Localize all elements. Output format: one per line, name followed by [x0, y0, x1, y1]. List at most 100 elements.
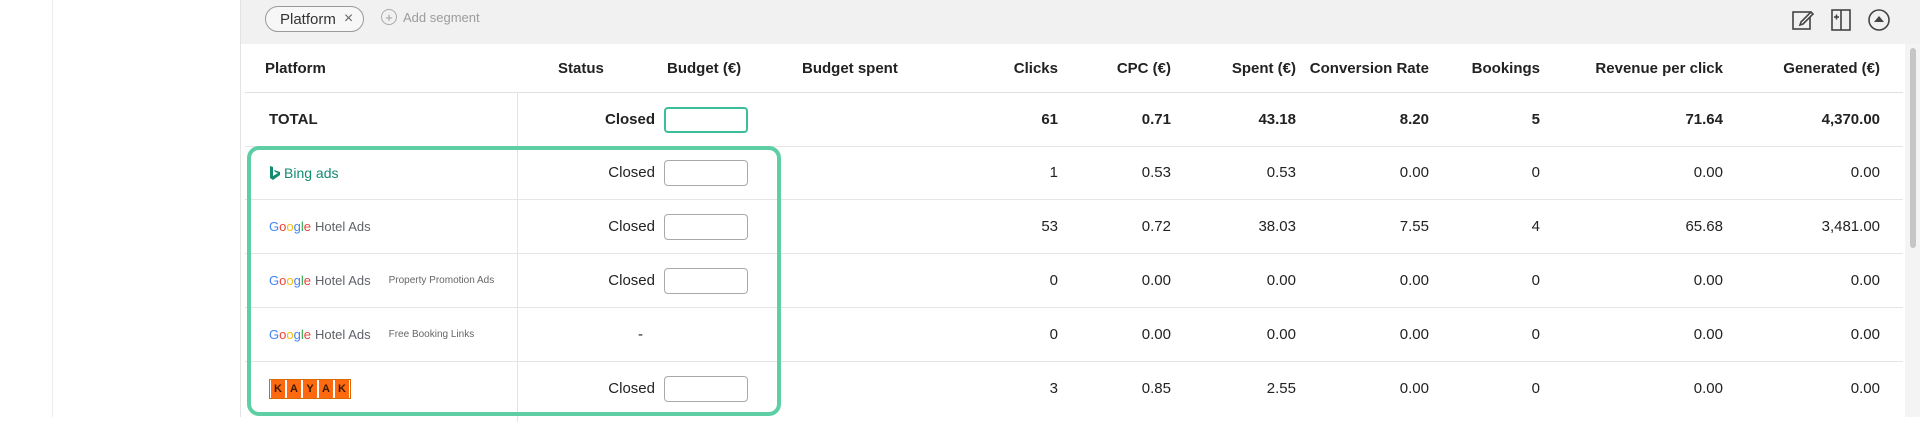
- rpc-cell: 0.00: [1693, 380, 1723, 397]
- vertical-scrollbar[interactable]: [1905, 44, 1920, 417]
- table-header: Platform Status Budget (€) Budget spent …: [245, 44, 1903, 93]
- status-cell: Closed: [608, 380, 655, 397]
- clicks-cell: 0: [1049, 326, 1058, 343]
- generated-cell: 3,481.00: [1821, 218, 1880, 235]
- conversion-cell: 7.55: [1399, 218, 1429, 235]
- rpc-cell: 0.00: [1693, 326, 1723, 343]
- clicks-cell: 3: [1049, 380, 1058, 397]
- cpc-cell: 0.00: [1141, 272, 1171, 289]
- platform-cell: Bing ads: [269, 146, 338, 199]
- budget-input[interactable]: [664, 106, 748, 133]
- left-rail: [0, 0, 53, 417]
- col-revenue-per-click[interactable]: Revenue per click: [1545, 44, 1723, 92]
- rpc-cell: 65.68: [1685, 218, 1723, 235]
- bing-ads-logo: Bing ads: [269, 165, 338, 181]
- budget-cell: [664, 146, 748, 199]
- platform-subtype: Property Promotion Ads: [388, 275, 495, 286]
- kayak-logo: KAYAK: [269, 378, 351, 399]
- google-hotel-ads-logo: Google Hotel Ads Property Promotion Ads: [269, 273, 495, 288]
- platform-cell: Google Hotel Ads: [269, 200, 371, 253]
- collapse-up-icon[interactable]: [1867, 8, 1891, 32]
- bookings-cell: 0: [1531, 272, 1540, 289]
- col-status[interactable]: Status: [558, 44, 604, 92]
- cpc-cell: 0.00: [1141, 326, 1171, 343]
- spent-cell: 43.18: [1258, 111, 1296, 128]
- google-hotel-ads-logo: Google Hotel Ads Free Booking Links: [269, 327, 475, 342]
- google-hotel-ads-logo: Google Hotel Ads: [269, 219, 371, 234]
- rpc-cell: 0.00: [1693, 272, 1723, 289]
- table-row: KAYAK Closed 3 0.85 2.55 0.00 0 0.00 0.0…: [245, 362, 1903, 415]
- cpc-cell: 0.53: [1141, 164, 1171, 181]
- bookings-cell: 0: [1531, 380, 1540, 397]
- plus-circle-icon: +: [381, 9, 397, 25]
- add-segment-button[interactable]: + Add segment: [381, 9, 480, 25]
- col-bookings[interactable]: Bookings: [1429, 44, 1540, 92]
- conversion-cell: 0.00: [1399, 164, 1429, 181]
- table-row: Google Hotel Ads Free Booking Links - 0 …: [245, 308, 1903, 362]
- col-clicks[interactable]: Clicks: [835, 44, 1058, 92]
- conversion-cell: 0.00: [1399, 272, 1429, 289]
- cpc-cell: 0.85: [1141, 380, 1171, 397]
- generated-cell: 0.00: [1850, 380, 1880, 397]
- clicks-cell: 0: [1049, 272, 1058, 289]
- segment-chip-platform[interactable]: Platform ×: [265, 6, 365, 32]
- generated-cell: 4,370.00: [1821, 111, 1880, 128]
- budget-input[interactable]: [664, 159, 748, 186]
- table-row-total: TOTAL Closed 61 0.71 43.18 8.20 5 71.64 …: [245, 93, 1903, 147]
- table-row: Google Hotel Ads Property Promotion Ads …: [245, 254, 1903, 308]
- platform-cell: KAYAK: [269, 362, 351, 415]
- budget-cell: [664, 362, 748, 415]
- bookings-cell: 0: [1531, 326, 1540, 343]
- bookings-cell: 0: [1531, 164, 1540, 181]
- spent-cell: 0.00: [1266, 326, 1296, 343]
- segment-toolbar: Platform × + Add segment: [241, 0, 1920, 44]
- status-cell: Closed: [608, 218, 655, 235]
- col-budget[interactable]: Budget (€): [667, 44, 741, 92]
- toolbar-actions: [1791, 8, 1891, 32]
- budget-input[interactable]: [664, 213, 748, 240]
- col-spent[interactable]: Spent (€): [1165, 44, 1296, 92]
- generated-cell: 0.00: [1850, 164, 1880, 181]
- generated-cell: 0.00: [1850, 272, 1880, 289]
- cpc-cell: 0.71: [1141, 111, 1171, 128]
- status-cell: Closed: [608, 272, 655, 289]
- close-icon[interactable]: ×: [344, 11, 353, 27]
- status-cell: Closed: [604, 111, 655, 128]
- conversion-cell: 0.00: [1399, 380, 1429, 397]
- spent-cell: 38.03: [1258, 218, 1296, 235]
- budget-cell: [664, 200, 748, 253]
- total-label: TOTAL: [269, 111, 318, 128]
- platform-cell: Google Hotel Ads Property Promotion Ads: [269, 254, 494, 307]
- platform-column-divider: [517, 92, 518, 422]
- spent-cell: 0.53: [1266, 164, 1296, 181]
- status-cell: Closed: [608, 164, 655, 181]
- col-conversion-rate[interactable]: Conversion Rate: [1296, 44, 1429, 92]
- table-row: Google Hotel Ads Closed 53 0.72 38.03 7.…: [245, 200, 1903, 254]
- generated-cell: 0.00: [1850, 326, 1880, 343]
- col-generated[interactable]: Generated (€): [1725, 44, 1880, 92]
- split-column-icon[interactable]: [1829, 8, 1853, 32]
- segment-chip-label: Platform: [280, 10, 336, 28]
- add-segment-label: Add segment: [403, 9, 480, 25]
- clicks-cell: 1: [1049, 164, 1058, 181]
- budget-cell: [664, 93, 748, 146]
- spent-cell: 0.00: [1266, 272, 1296, 289]
- conversion-cell: 0.00: [1399, 326, 1429, 343]
- col-cpc[interactable]: CPC (€): [1085, 44, 1171, 92]
- edit-icon[interactable]: [1791, 8, 1815, 32]
- budget-cell: [664, 254, 748, 307]
- platform-cell: Google Hotel Ads Free Booking Links: [269, 308, 474, 361]
- sidebar-gap: [53, 0, 239, 417]
- clicks-cell: 53: [1041, 218, 1058, 235]
- budget-input[interactable]: [664, 375, 748, 402]
- cpc-cell: 0.72: [1141, 218, 1171, 235]
- conversion-cell: 8.20: [1399, 111, 1429, 128]
- budget-input[interactable]: [664, 267, 748, 294]
- rpc-cell: 0.00: [1693, 164, 1723, 181]
- scrollbar-thumb[interactable]: [1910, 48, 1916, 248]
- col-platform[interactable]: Platform: [265, 44, 326, 92]
- main-panel: Platform × + Add segment Platform Status…: [240, 0, 1920, 422]
- status-cell: -: [638, 326, 643, 343]
- bookings-cell: 4: [1531, 218, 1540, 235]
- spent-cell: 2.55: [1266, 380, 1296, 397]
